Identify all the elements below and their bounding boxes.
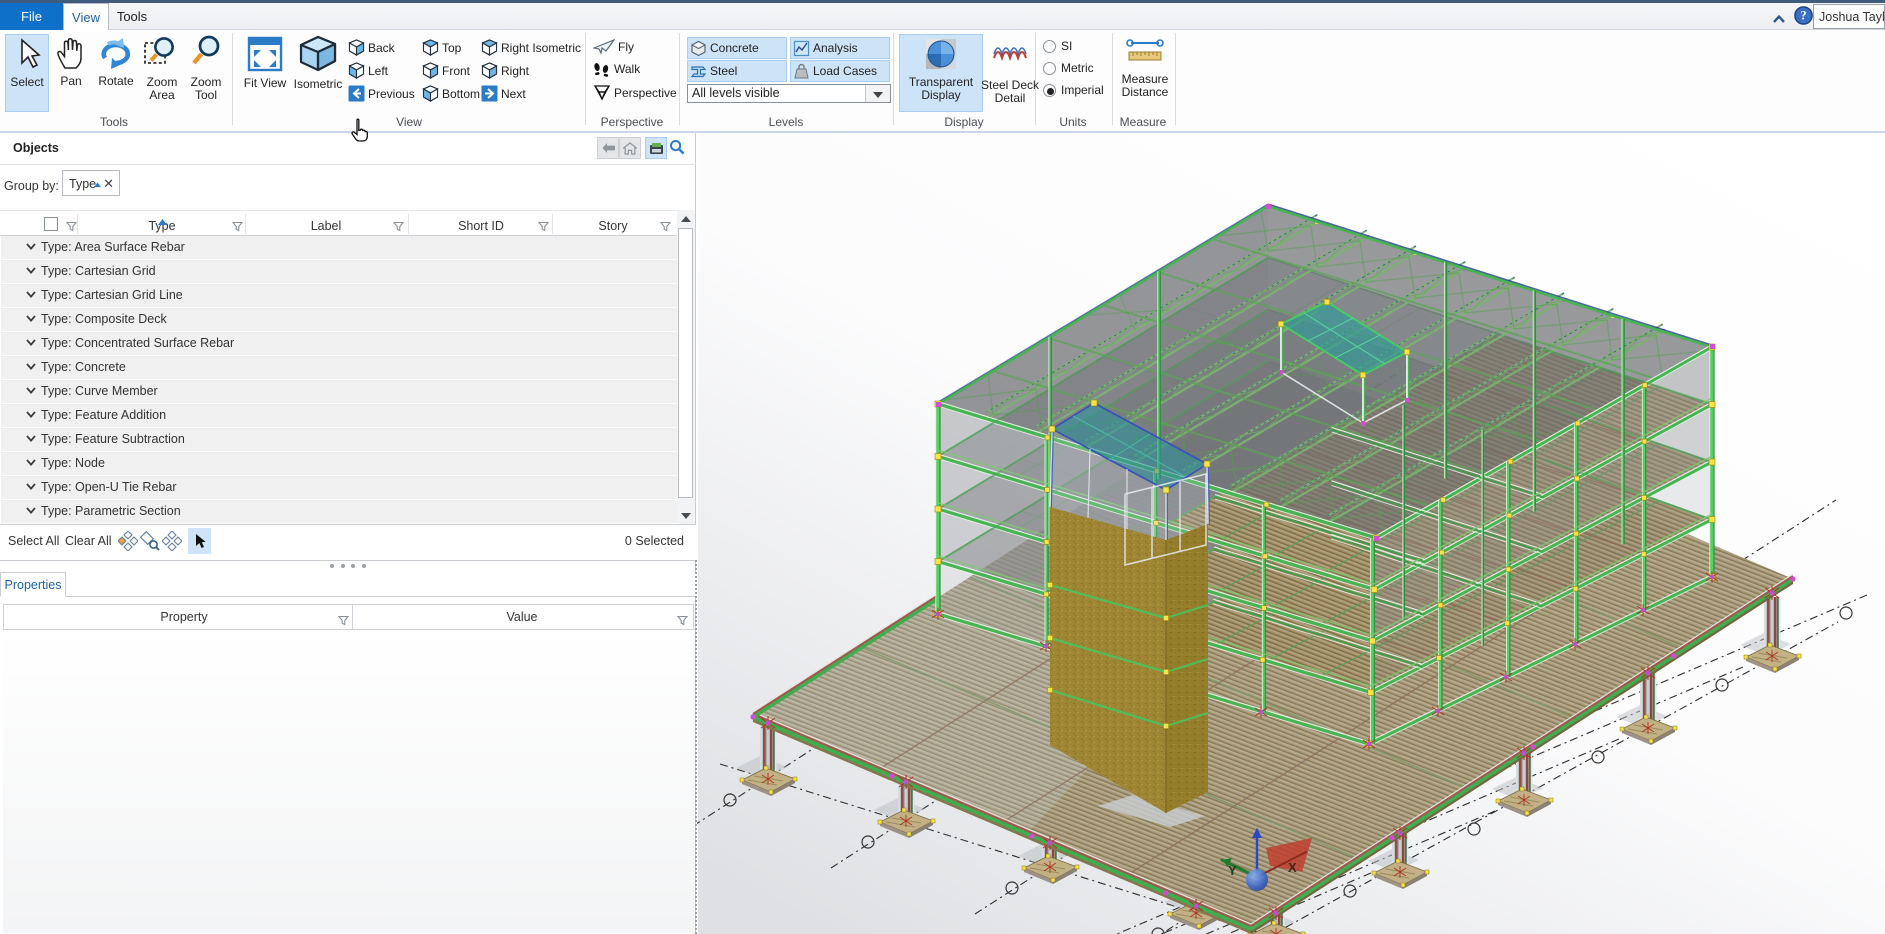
svg-text:Y: Y xyxy=(1228,863,1237,878)
svg-text:?: ? xyxy=(1800,9,1806,23)
svg-text:X: X xyxy=(1288,860,1297,875)
